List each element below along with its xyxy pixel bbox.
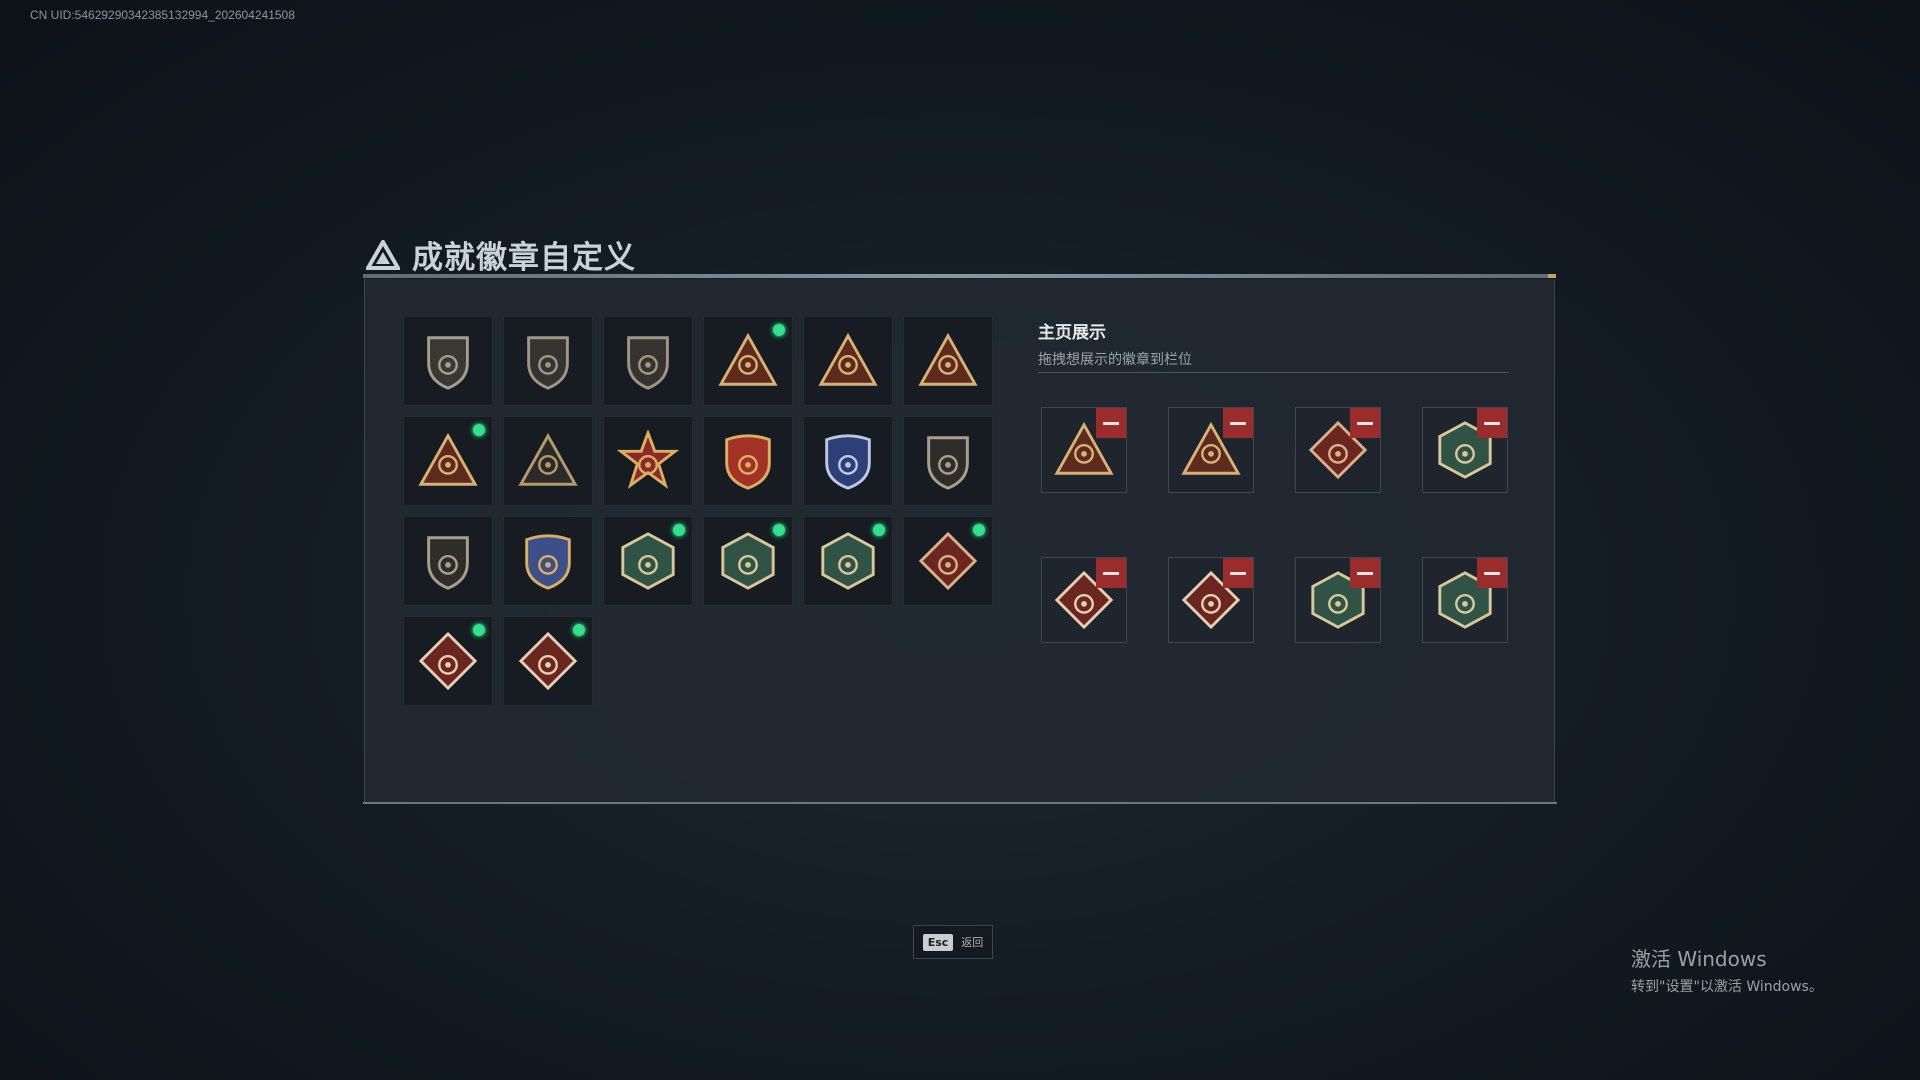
dragon-diamond-emblem-icon xyxy=(918,531,978,591)
showcase-slots xyxy=(1041,407,1508,643)
minus-icon xyxy=(1103,571,1119,575)
new-indicator-dot xyxy=(872,523,886,537)
minus-icon xyxy=(1103,421,1119,425)
page-header: 成就徽章自定义 xyxy=(366,232,636,277)
badge-item[interactable] xyxy=(703,316,793,406)
badge-item[interactable] xyxy=(703,416,793,506)
badge-item[interactable] xyxy=(403,616,493,706)
badge-item[interactable] xyxy=(403,316,493,406)
sb-triangle-emblem-icon xyxy=(718,332,778,386)
drone-hex-emblem-icon xyxy=(821,532,875,590)
badge-item[interactable] xyxy=(503,416,593,506)
badge-item[interactable] xyxy=(503,616,593,706)
showcase-title: 主页展示 xyxy=(1038,323,1106,343)
badge-grid xyxy=(403,316,993,706)
minus-icon xyxy=(1230,421,1246,425)
star-medal-emblem-icon xyxy=(617,430,679,489)
minus-icon xyxy=(1484,421,1500,425)
squad-triangle-emblem-icon xyxy=(518,432,578,486)
badge-item[interactable] xyxy=(703,516,793,606)
remove-badge-button[interactable] xyxy=(1477,408,1507,438)
watermark-line-2: 转到"设置"以激活 Windows。 xyxy=(1631,979,1823,995)
minus-icon xyxy=(1230,571,1246,575)
showcase-slot[interactable] xyxy=(1295,557,1381,643)
showcase-header: 主页展示 拖拽想展示的徽章到栏位 xyxy=(1038,318,1192,369)
badge-item[interactable] xyxy=(403,516,493,606)
new-indicator-dot xyxy=(972,523,986,537)
panel-bottom-border xyxy=(363,802,1557,804)
badge-item[interactable] xyxy=(603,316,693,406)
badge-item[interactable] xyxy=(503,316,593,406)
showcase-slot[interactable] xyxy=(1041,407,1127,493)
badge-item[interactable] xyxy=(903,416,993,506)
remove-badge-button[interactable] xyxy=(1477,558,1507,588)
no-gun-shield-emblem-icon xyxy=(927,436,969,490)
new-indicator-dot xyxy=(572,623,586,637)
title-divider xyxy=(363,274,1556,278)
remove-badge-button[interactable] xyxy=(1350,408,1380,438)
remove-badge-button[interactable] xyxy=(1223,408,1253,438)
remove-badge-button[interactable] xyxy=(1096,558,1126,588)
wasp-hex-emblem-icon xyxy=(721,532,775,590)
back-label: 返回 xyxy=(961,936,984,949)
watermark-line-1: 激活 Windows xyxy=(1631,947,1767,971)
helicopter-emblem-icon xyxy=(527,336,569,390)
new-indicator-dot xyxy=(772,323,786,337)
new-indicator-dot xyxy=(472,423,486,437)
badge-item[interactable] xyxy=(803,516,893,606)
usb-triangle-emblem-icon xyxy=(418,432,478,486)
badge-item[interactable] xyxy=(403,416,493,506)
minus-icon xyxy=(1357,421,1373,425)
dagger-shield-emblem-icon xyxy=(627,336,669,390)
badge-item[interactable] xyxy=(503,516,593,606)
winged-crest-emblem-icon xyxy=(525,534,571,590)
esc-key-hint: Esc xyxy=(922,933,954,951)
badge-item[interactable] xyxy=(603,516,693,606)
remove-badge-button[interactable] xyxy=(1223,558,1253,588)
windows-activation-watermark: 激活 Windows 转到"设置"以激活 Windows。 xyxy=(1631,943,1823,996)
new-indicator-dot xyxy=(672,523,686,537)
badge-item[interactable] xyxy=(903,316,993,406)
page-title: 成就徽章自定义 xyxy=(412,240,636,276)
badge-item[interactable] xyxy=(903,516,993,606)
badge-item[interactable] xyxy=(603,416,693,506)
showcase-subtitle: 拖拽想展示的徽章到栏位 xyxy=(1038,352,1192,368)
showcase-slot[interactable] xyxy=(1422,557,1508,643)
showcase-slot[interactable] xyxy=(1422,407,1508,493)
medic-diamond-emblem-icon xyxy=(518,631,578,691)
wasp-hex-emblem-icon xyxy=(621,532,675,590)
back-button[interactable]: Esc 返回 xyxy=(913,925,993,959)
showcase-slot[interactable] xyxy=(1295,407,1381,493)
boat-triangle-emblem-icon xyxy=(818,332,878,386)
diamond-crest-emblem-icon xyxy=(825,434,871,490)
showcase-slot[interactable] xyxy=(1168,557,1254,643)
new-indicator-dot xyxy=(772,523,786,537)
minus-icon xyxy=(1484,571,1500,575)
minus-icon xyxy=(1357,571,1373,575)
triangle-logo-icon xyxy=(366,239,400,270)
eagle-crest-emblem-icon xyxy=(725,434,771,490)
showcase-slot[interactable] xyxy=(1168,407,1254,493)
showcase-slot[interactable] xyxy=(1041,557,1127,643)
badge-item[interactable] xyxy=(803,416,893,506)
new-indicator-dot xyxy=(472,623,486,637)
uid-label: CN UID:546292903423851329​94_20260424150… xyxy=(30,8,295,22)
remove-badge-button[interactable] xyxy=(1350,558,1380,588)
badge-item[interactable] xyxy=(803,316,893,406)
tri-shield-emblem-icon xyxy=(427,336,469,390)
remove-badge-button[interactable] xyxy=(1096,408,1126,438)
number-one-triangle-emblem-icon xyxy=(918,332,978,386)
runner-diamond-emblem-icon xyxy=(418,631,478,691)
no-rifle-shield-emblem-icon xyxy=(427,536,469,590)
showcase-divider xyxy=(1038,372,1509,373)
